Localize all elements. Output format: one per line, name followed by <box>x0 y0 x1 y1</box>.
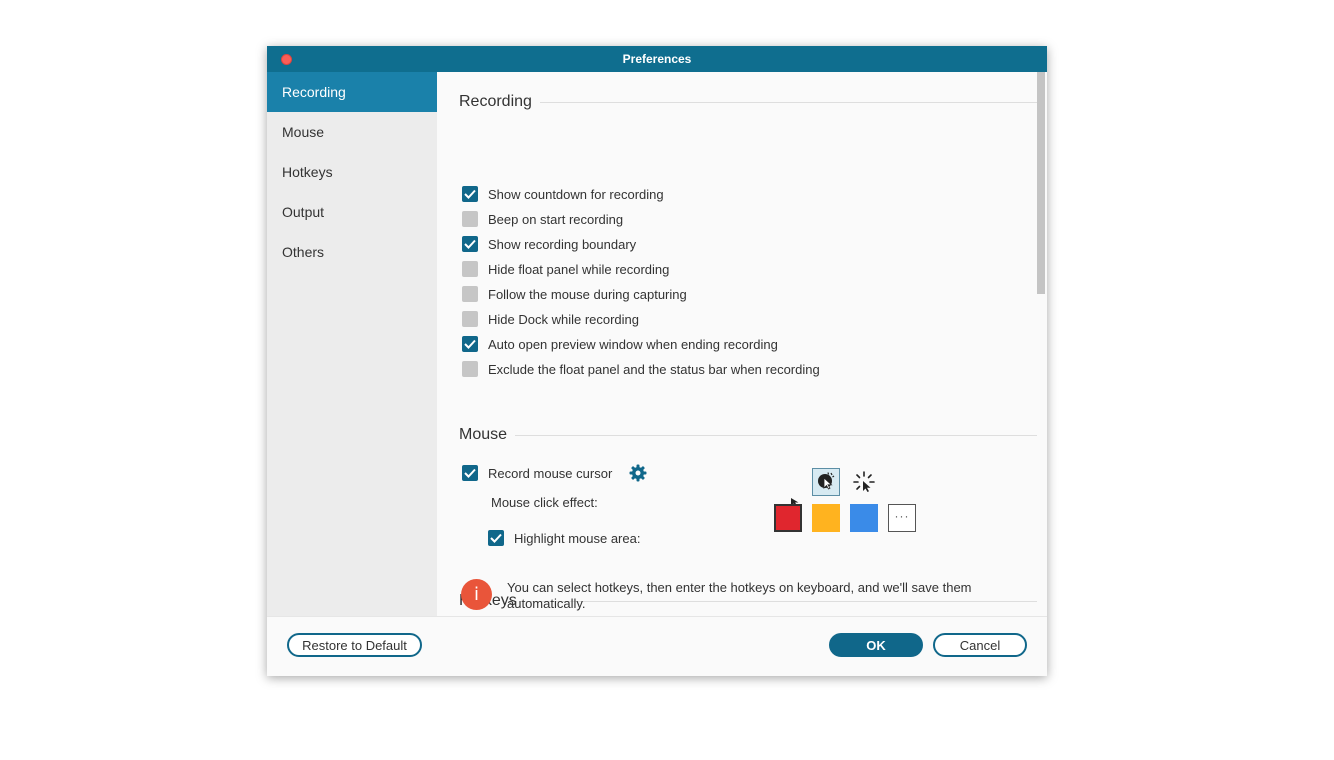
ellipsis-icon: ··· <box>894 509 910 523</box>
checkbox[interactable] <box>462 236 478 252</box>
option-label: Hide float panel while recording <box>488 261 670 277</box>
option-record-mouse-cursor[interactable]: Record mouse cursor <box>462 464 612 482</box>
option-auto-open-preview[interactable]: Auto open preview window when ending rec… <box>462 335 778 353</box>
mouse-section-title: Mouse <box>459 426 508 443</box>
checkbox[interactable] <box>462 186 478 202</box>
checkbox[interactable] <box>462 261 478 277</box>
option-label: Follow the mouse during capturing <box>488 286 687 302</box>
checkbox[interactable] <box>462 286 478 302</box>
option-follow-mouse[interactable]: Follow the mouse during capturing <box>462 285 687 303</box>
sidebar-item-recording[interactable]: Recording <box>267 72 437 112</box>
section-divider <box>539 101 1037 103</box>
color-swatch-blue[interactable] <box>850 504 878 532</box>
click-ripple-cursor-icon[interactable] <box>812 468 840 496</box>
sidebar-item-others[interactable]: Others <box>267 232 437 272</box>
ok-button[interactable]: OK <box>829 633 923 657</box>
scrollbar-thumb[interactable] <box>1037 72 1045 294</box>
mouse-click-effect-label: Mouse click effect: <box>491 495 598 510</box>
checkbox[interactable] <box>462 311 478 327</box>
checkbox[interactable] <box>488 530 504 546</box>
checkbox[interactable] <box>462 336 478 352</box>
option-label: Auto open preview window when ending rec… <box>488 336 778 352</box>
section-divider <box>515 434 1037 436</box>
option-hide-dock[interactable]: Hide Dock while recording <box>462 310 639 328</box>
color-swatch-red[interactable] <box>774 504 802 532</box>
sidebar-item-output[interactable]: Output <box>267 192 437 232</box>
title-bar: Preferences <box>267 46 1047 72</box>
option-show-boundary[interactable]: Show recording boundary <box>462 235 636 253</box>
restore-default-button[interactable]: Restore to Default <box>287 633 422 657</box>
option-show-countdown[interactable]: Show countdown for recording <box>462 185 664 203</box>
settings-panel: Recording Show countdown for recording B… <box>437 72 1047 616</box>
sidebar-item-mouse[interactable]: Mouse <box>267 112 437 152</box>
mouse-section-header: Mouse <box>459 425 1037 445</box>
option-label: Show countdown for recording <box>488 186 664 202</box>
option-label: Beep on start recording <box>488 211 624 227</box>
recording-section-title: Recording <box>459 93 532 110</box>
checkbox[interactable] <box>462 361 478 377</box>
gear-icon[interactable] <box>629 464 647 482</box>
sidebar-item-hotkeys[interactable]: Hotkeys <box>267 152 437 192</box>
option-label: Record mouse cursor <box>488 465 613 481</box>
close-window-button[interactable] <box>281 54 292 65</box>
recording-section-header: Recording <box>459 92 1037 112</box>
window-title: Preferences <box>622 52 692 66</box>
dialog-footer: Restore to Default OK Cancel <box>267 616 1047 676</box>
checkbox[interactable] <box>462 211 478 227</box>
option-exclude-float-panel[interactable]: Exclude the float panel and the status b… <box>462 360 820 378</box>
preferences-window: Preferences Recording Mouse Hotkeys Outp… <box>267 46 1047 676</box>
checkbox[interactable] <box>462 465 478 481</box>
hotkeys-info-text: You can select hotkeys, then enter the h… <box>507 580 972 611</box>
option-hide-float-panel[interactable]: Hide float panel while recording <box>462 260 669 278</box>
sidebar: Recording Mouse Hotkeys Output Others <box>267 72 437 616</box>
option-label: Hide Dock while recording <box>488 311 640 327</box>
option-label: Highlight mouse area: <box>514 530 641 546</box>
info-icon: i <box>461 579 492 610</box>
option-highlight-mouse-area[interactable]: Highlight mouse area: <box>488 529 640 547</box>
more-colors-button[interactable]: ··· <box>888 504 916 532</box>
option-label: Exclude the float panel and the status b… <box>488 361 820 377</box>
option-label: Show recording boundary <box>488 236 637 252</box>
burst-cursor-icon[interactable] <box>850 468 878 496</box>
option-beep-on-start[interactable]: Beep on start recording <box>462 210 623 228</box>
cancel-button[interactable]: Cancel <box>933 633 1027 657</box>
color-swatch-yellow[interactable] <box>812 504 840 532</box>
